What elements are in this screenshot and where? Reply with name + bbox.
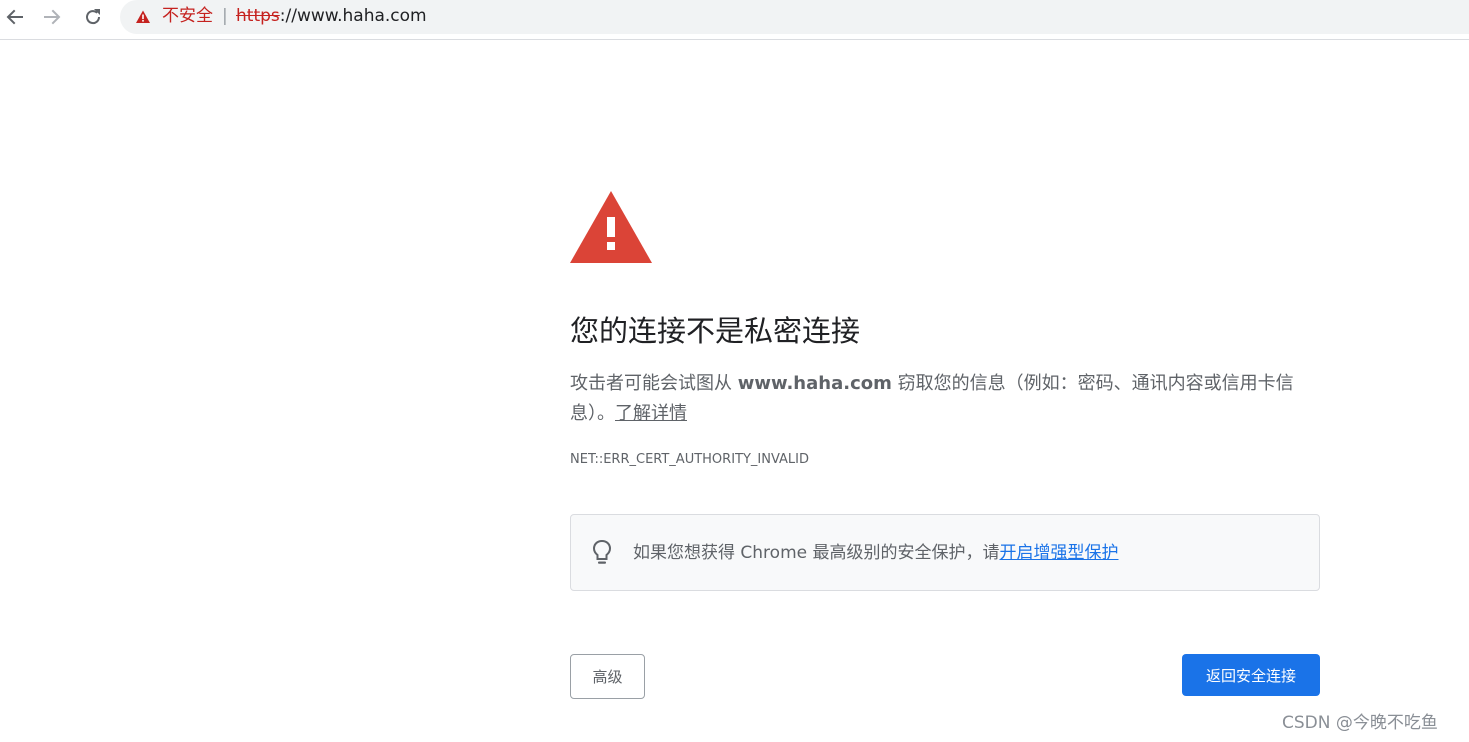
back-button[interactable] bbox=[0, 4, 30, 30]
address-bar[interactable]: 不安全 | https://www.haha.com bbox=[120, 0, 1469, 34]
url-host: ://www.haha.com bbox=[279, 6, 427, 26]
browser-toolbar: 不安全 | https://www.haha.com bbox=[0, 0, 1469, 40]
forward-arrow-icon bbox=[44, 9, 61, 25]
page-title: 您的连接不是私密连接 bbox=[570, 314, 861, 348]
explanation-prefix: 攻击者可能会试图从 bbox=[570, 373, 738, 394]
url-text[interactable]: https://www.haha.com bbox=[236, 5, 427, 27]
explanation-domain: www.haha.com bbox=[737, 373, 892, 394]
reload-icon bbox=[86, 9, 101, 25]
watermark: CSDN @今晚不吃鱼 bbox=[1282, 713, 1438, 733]
tip-text: 如果您想获得 Chrome 最高级别的安全保护，请开启增强型保护 bbox=[633, 541, 1119, 565]
security-status-label[interactable]: 不安全 bbox=[162, 5, 213, 27]
tip-message: 如果您想获得 Chrome 最高级别的安全保护，请 bbox=[633, 543, 1000, 563]
error-code[interactable]: NET::ERR_CERT_AUTHORITY_INVALID bbox=[570, 451, 809, 469]
reload-button[interactable] bbox=[78, 4, 108, 30]
url-scheme: https bbox=[236, 6, 280, 26]
learn-more-link[interactable]: 了解详情 bbox=[615, 403, 687, 424]
explanation-text: 攻击者可能会试图从 www.haha.com 窃取您的信息（例如：密码、通讯内容… bbox=[570, 369, 1310, 429]
enhanced-protection-tip: 如果您想获得 Chrome 最高级别的安全保护，请开启增强型保护 bbox=[570, 514, 1320, 591]
warning-triangle-icon bbox=[570, 191, 652, 263]
back-arrow-icon bbox=[6, 9, 23, 25]
advanced-button[interactable]: 高级 bbox=[570, 654, 645, 699]
forward-button[interactable] bbox=[37, 4, 67, 30]
warning-triangle-icon[interactable] bbox=[135, 9, 151, 25]
lightbulb-icon bbox=[592, 539, 612, 564]
enhanced-protection-link[interactable]: 开启增强型保护 bbox=[1000, 543, 1119, 563]
address-separator: | bbox=[222, 6, 228, 26]
back-to-safety-button[interactable]: 返回安全连接 bbox=[1182, 654, 1320, 696]
